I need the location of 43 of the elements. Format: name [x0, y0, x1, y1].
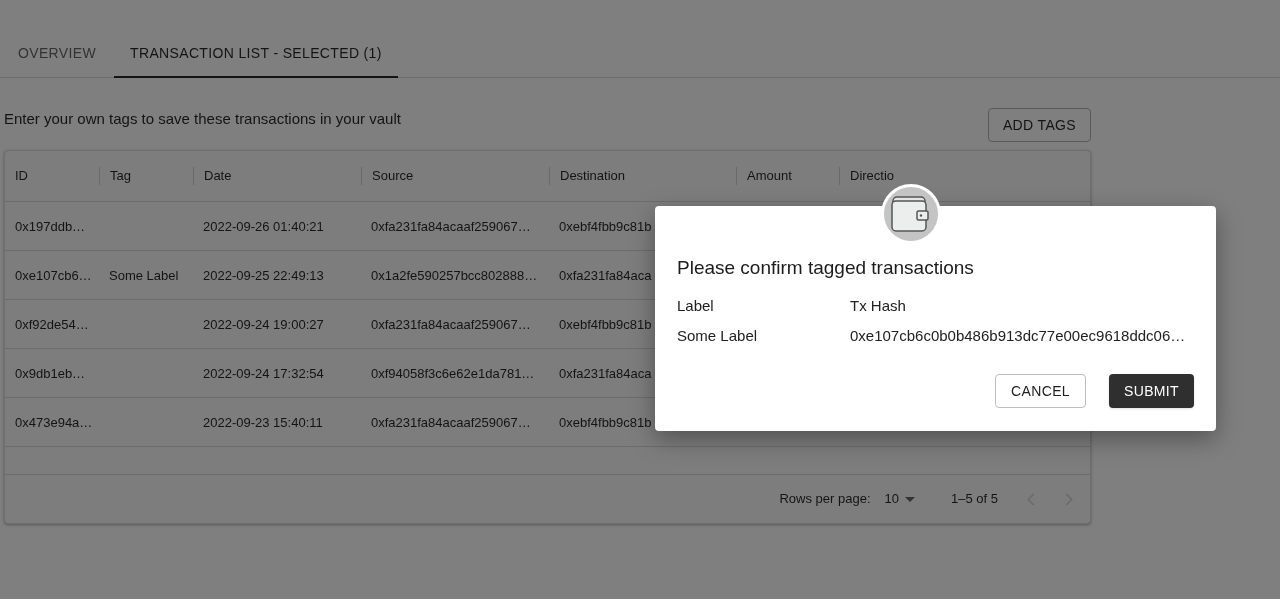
add-tags-button[interactable]: ADD TAGS	[987, 108, 1091, 142]
table-cell: 0xfa231fa84acaaf259067…	[371, 415, 531, 430]
table-cell: 2022-09-23 15:40:11	[203, 415, 323, 430]
dialog-cell-text: Some Label	[677, 326, 759, 347]
dialog-column-header: Tx Hash	[850, 296, 906, 317]
table-cell: 2022-09-24 17:32:54	[203, 366, 324, 381]
table-cell: 0xf94058f3c6e62e1da781…	[371, 366, 535, 381]
table-cell: 0xf92de54…	[15, 317, 89, 332]
dialog-title: Please confirm tagged transactions	[677, 256, 974, 280]
table-cell: 0x473e94a…	[15, 415, 93, 430]
table-cell: 0xfa231fa84acaaf259067…	[371, 219, 531, 234]
table-cell: 2022-09-25 22:49:13	[203, 268, 324, 283]
column-header[interactable]: Source	[372, 166, 414, 186]
caret-icon	[905, 496, 915, 502]
instruction-text: Enter your own tags to save these transactions in your vault	[4, 109, 401, 129]
rows-per-page-select[interactable]: 10	[884, 489, 915, 509]
table-cell: 2022-09-24 19:00:27	[203, 317, 324, 332]
column-header[interactable]: Destination	[560, 166, 626, 186]
table-cell: 0xfa231fa84aca	[559, 268, 652, 283]
rows-per-page-label: Rows per page:	[779, 490, 871, 509]
table-cell: Some Label	[109, 268, 179, 283]
page-range-text: 1–5 of 5	[951, 490, 998, 509]
table-cell: 0xebf4fbb9c81b	[559, 317, 652, 332]
column-header[interactable]: Tag	[110, 166, 131, 186]
table-cell: 0x197ddb…	[15, 219, 86, 234]
table-cell: 0xfa231fa84acaaf259067…	[371, 317, 531, 332]
column-header[interactable]: Date	[204, 166, 232, 186]
cancel-button[interactable]: CANCEL	[995, 374, 1086, 408]
column-header[interactable]: Amount	[747, 166, 792, 186]
column-header[interactable]: ID	[15, 166, 28, 186]
tab[interactable]: TRANSACTION LIST - SELECTED (1)	[114, 31, 398, 78]
tab[interactable]: OVERVIEW	[0, 31, 114, 78]
dialog-cell-text: 0xe107cb6c0b0b486b913dc77e00ec9618ddc06…	[850, 326, 1186, 347]
submit-button[interactable]: SUBMIT	[1109, 374, 1194, 408]
table-cell: 0xebf4fbb9c81b	[559, 415, 652, 430]
table-cell: 0x9db1eb…	[15, 366, 86, 381]
table-cell: 0xebf4fbb9c81b	[559, 219, 652, 234]
table-cell: 2022-09-26 01:40:21	[203, 219, 324, 234]
table-cell: 0x1a2fe590257bcc802888…	[371, 268, 538, 283]
column-header[interactable]: Directio	[850, 166, 895, 186]
dialog-column-header: Label	[677, 296, 715, 317]
table-cell: 0xe107cb6…	[15, 268, 92, 283]
table-cell: 0xfa231fa84aca	[559, 366, 652, 381]
